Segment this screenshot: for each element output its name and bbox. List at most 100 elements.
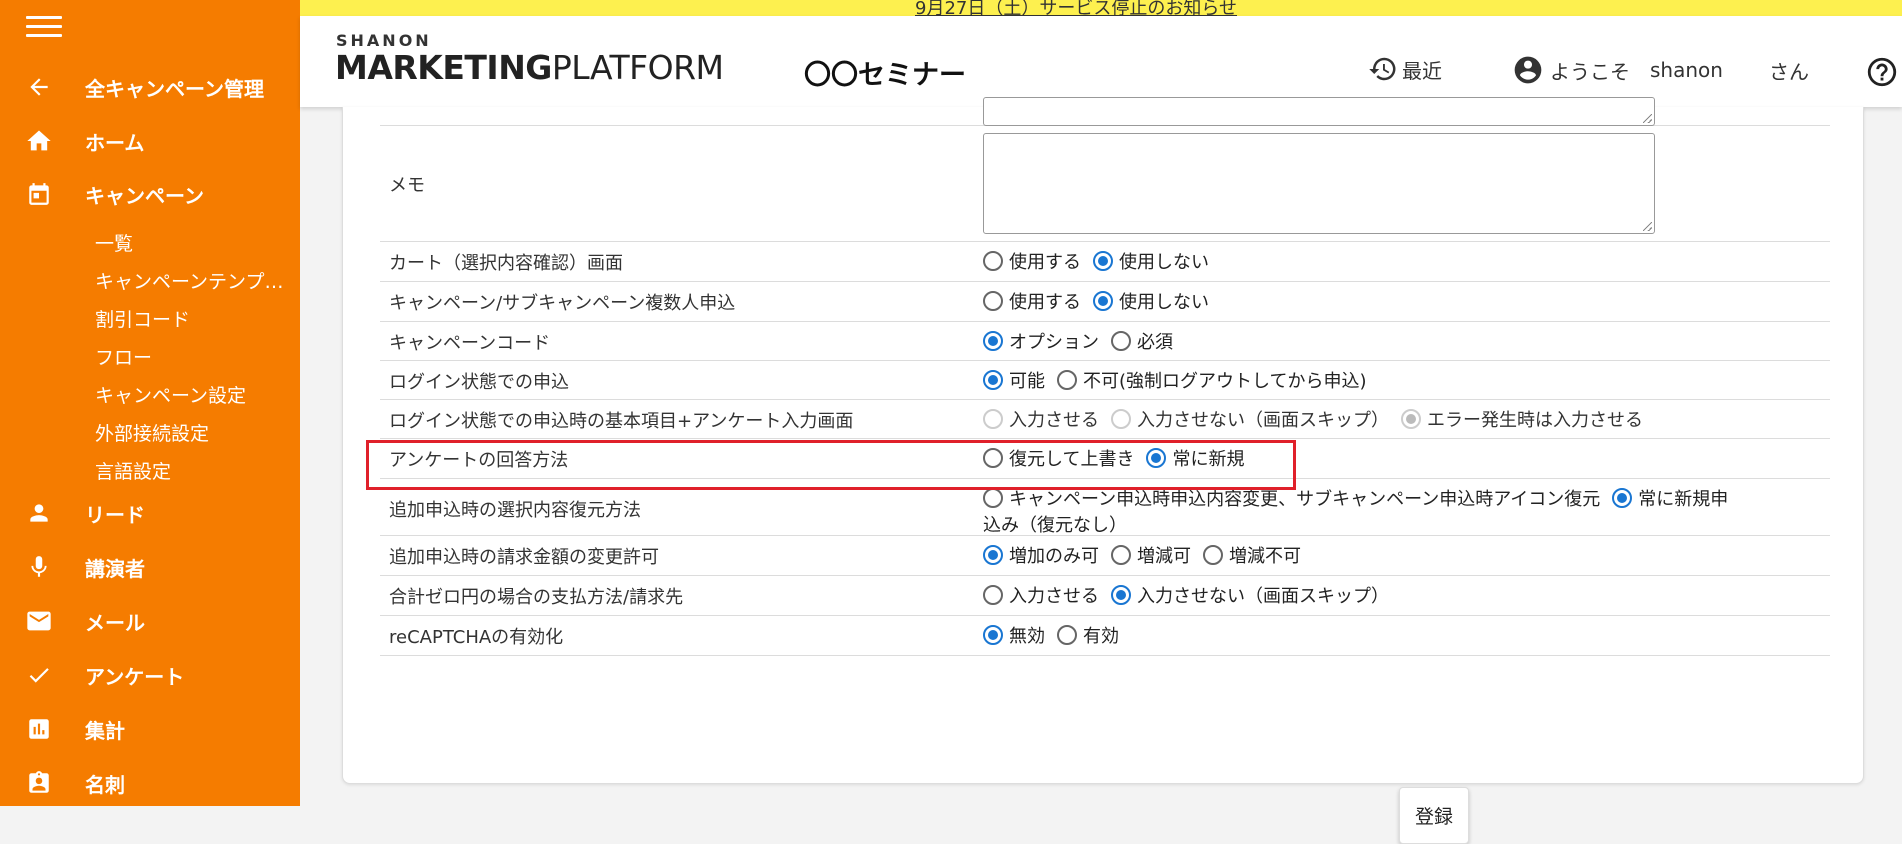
radio-button[interactable]	[1111, 545, 1131, 565]
radio-button[interactable]	[1612, 488, 1633, 508]
sidebar-item-campaign[interactable]: キャンペーン	[0, 167, 300, 221]
sidebar-subitem-external-connection[interactable]: 外部接続設定	[95, 419, 291, 446]
radio-group: 入力させる 入力させない（画面スキップ） エラー発生時は入力させる	[983, 406, 1643, 432]
form-row-recaptcha: reCAPTCHAの有効化 無効 有効	[380, 615, 1830, 656]
user-menu[interactable]: ようこそ shanon さん	[1512, 54, 1809, 86]
radio-group: 増加のみ可 増減可 増減不可	[983, 542, 1301, 568]
form-row-previous	[380, 97, 1830, 126]
radio-button[interactable]	[983, 251, 1003, 271]
sidebar-item-home[interactable]: ホーム	[0, 114, 300, 168]
radio-group: オプション 必須	[983, 328, 1173, 354]
radio-option-label: 使用する	[1009, 292, 1081, 313]
radio-button[interactable]	[1111, 331, 1131, 351]
radio-option[interactable]: 入力させる	[983, 582, 1099, 608]
sidebar: 全キャンペーン管理 ホーム キャンペーン 一覧 キャンペーンテンプ… 割引コード…	[0, 0, 300, 806]
radio-button[interactable]	[1111, 585, 1131, 605]
radio-option[interactable]: 常に新規	[1146, 445, 1244, 471]
help-button[interactable]	[1865, 55, 1899, 89]
bar-chart-icon	[24, 714, 54, 744]
radio-option[interactable]: 無効	[983, 622, 1045, 648]
radio-button[interactable]	[983, 585, 1003, 605]
radio-option[interactable]: 使用しない	[1093, 288, 1209, 314]
setting-label: カート（選択内容確認）画面	[389, 253, 623, 274]
logo-marketing: MARKETING	[335, 48, 552, 87]
radio-option[interactable]: 増減不可	[1203, 542, 1301, 568]
radio-button[interactable]	[983, 545, 1003, 565]
radio-option[interactable]: 常に新規申	[1612, 485, 1728, 511]
setting-label: アンケートの回答方法	[389, 450, 569, 471]
radio-button[interactable]	[983, 331, 1003, 351]
radio-option[interactable]: 使用しない	[1093, 248, 1209, 274]
radio-button[interactable]	[983, 448, 1003, 468]
radio-option-label: 常に新規	[1172, 449, 1245, 470]
sidebar-subitem-campaign-template[interactable]: キャンペーンテンプ…	[95, 267, 291, 294]
radio-button[interactable]	[983, 488, 1003, 508]
radio-option-label: 不可(強制ログアウトしてから申込)	[1083, 371, 1367, 392]
radio-option[interactable]: オプション	[983, 328, 1099, 354]
radio-option[interactable]: 使用する	[983, 288, 1081, 314]
radio-button[interactable]	[1203, 545, 1223, 565]
sidebar-subitem-language[interactable]: 言語設定	[95, 457, 291, 484]
radio-option[interactable]: 復元して上書き	[983, 445, 1134, 471]
setting-label: キャンペーン/サブキャンペーン複数人申込	[389, 293, 736, 314]
setting-label: ログイン状態での申込	[389, 372, 569, 393]
radio-option[interactable]: 入力させない（画面スキップ）	[1111, 582, 1389, 608]
radio-option-label: 入力させる	[1009, 410, 1099, 431]
sidebar-item-label: リード	[85, 502, 145, 527]
radio-button	[983, 409, 1003, 429]
radio-button[interactable]	[983, 291, 1003, 311]
radio-option-label: エラー発生時は入力させる	[1427, 410, 1643, 431]
radio-button[interactable]	[1057, 625, 1077, 645]
radio-button[interactable]	[983, 370, 1003, 390]
sidebar-item-label: アンケート	[85, 664, 185, 689]
register-button[interactable]: 登録	[1399, 787, 1469, 844]
sidebar-item-survey[interactable]: アンケート	[0, 648, 300, 702]
sidebar-item-speaker[interactable]: 講演者	[0, 540, 300, 594]
form-row-cart-screen: カート（選択内容確認）画面 使用する 使用しない	[380, 241, 1830, 282]
radio-option[interactable]: 有効	[1057, 622, 1119, 648]
radio-group: 可能 不可(強制ログアウトしてから申込)	[983, 367, 1367, 393]
radio-option[interactable]: 使用する	[983, 248, 1081, 274]
sidebar-subitem-campaign-settings[interactable]: キャンペーン設定	[95, 381, 291, 408]
radio-button[interactable]	[1057, 370, 1077, 390]
radio-option-label: キャンペーン申込時申込内容変更、サブキャンペーン申込時アイコン復元	[1009, 489, 1601, 510]
mail-icon	[24, 606, 54, 636]
radio-option-label: 使用する	[1009, 252, 1081, 273]
radio-button[interactable]	[1146, 448, 1167, 468]
service-notice-link[interactable]: 9月27日（土）サービス停止のお知らせ	[915, 0, 1237, 16]
memo-textarea[interactable]	[983, 133, 1655, 234]
sidebar-subitem-flow[interactable]: フロー	[95, 343, 291, 370]
form-row-login-apply: ログイン状態での申込 可能 不可(強制ログアウトしてから申込)	[380, 360, 1830, 400]
setting-label: 追加申込時の選択内容復元方法	[389, 500, 641, 521]
radio-group: キャンペーン申込時申込内容変更、サブキャンペーン申込時アイコン復元 常に新規申	[983, 485, 1728, 511]
check-icon	[24, 660, 54, 690]
sidebar-subitem-list[interactable]: 一覧	[95, 229, 291, 256]
sidebar-item-business-card[interactable]: 名刺	[0, 756, 300, 806]
sidebar-back-all-campaigns[interactable]: 全キャンペーン管理	[0, 60, 300, 114]
sidebar-item-mail[interactable]: メール	[0, 594, 300, 648]
radio-option[interactable]: キャンペーン申込時申込内容変更、サブキャンペーン申込時アイコン復元	[983, 485, 1600, 511]
app-title: 〇〇セミナー	[804, 60, 966, 91]
form-row-billing-change: 追加申込時の請求金額の変更許可 増加のみ可 増減可 増減不可	[380, 535, 1830, 576]
sidebar-item-lead[interactable]: リード	[0, 486, 300, 540]
sidebar-item-label: キャンペーン	[85, 183, 204, 208]
sidebar-item-aggregate[interactable]: 集計	[0, 702, 300, 756]
radio-option[interactable]: 増減可	[1111, 542, 1191, 568]
radio-option[interactable]: 不可(強制ログアウトしてから申込)	[1057, 367, 1367, 393]
hamburger-menu-icon[interactable]	[26, 10, 62, 40]
previous-textarea[interactable]	[983, 97, 1655, 126]
recent-label: 最近	[1402, 58, 1442, 83]
form-row-zero-yen-payment: 合計ゼロ円の場合の支払方法/請求先 入力させる 入力させない（画面スキップ）	[380, 575, 1830, 616]
radio-option: 入力させる	[983, 406, 1099, 432]
radio-button[interactable]	[1093, 251, 1113, 271]
sidebar-subitem-discount-code[interactable]: 割引コード	[95, 305, 291, 332]
radio-option[interactable]: 可能	[983, 367, 1045, 393]
radio-button[interactable]	[1093, 291, 1113, 311]
radio-option-label: 入力させる	[1009, 586, 1099, 607]
radio-button[interactable]	[983, 625, 1003, 645]
sidebar-item-label: 集計	[85, 718, 125, 743]
radio-option[interactable]: 増加のみ可	[983, 542, 1099, 568]
radio-option-label: 増加のみ可	[1009, 546, 1099, 567]
recent-button[interactable]: 最近	[1368, 54, 1442, 84]
radio-option[interactable]: 必須	[1111, 328, 1173, 354]
